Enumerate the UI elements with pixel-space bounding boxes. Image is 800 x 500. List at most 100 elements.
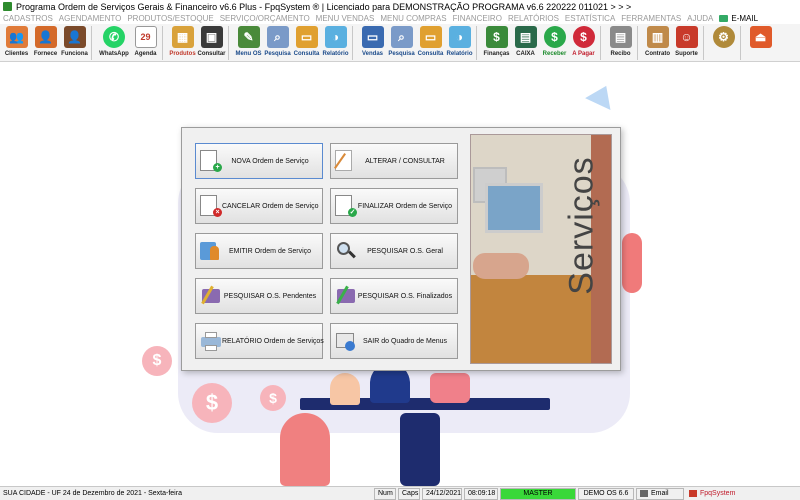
menu-estatistica[interactable]: ESTATÍSTICA [565, 14, 615, 23]
toolbar-separator [162, 26, 166, 60]
products-icon: ▦ [171, 26, 194, 48]
menu-ferramentas[interactable]: FERRAMENTAS [621, 14, 681, 23]
folder-icon: ▭ [419, 26, 442, 48]
cancel-order-button[interactable]: × CANCELAR Ordem de Serviço [195, 188, 323, 224]
coin-icon: $ [192, 383, 232, 423]
tools-pending-icon [200, 285, 222, 307]
menu-bar: CADASTROS AGENDAMENTO PRODUTOS/ESTOQUE S… [0, 13, 800, 24]
toolbar-vendas-pesquisa-button[interactable]: ⌕ Pesquisa [387, 24, 416, 61]
finalize-document-icon: ✓ [335, 195, 357, 217]
services-banner-image: Serviços [470, 134, 612, 364]
toolbar-consultar-button[interactable]: ▣ Consultar [197, 24, 226, 61]
toolbar-contrato-button[interactable]: ▥ Contrato [643, 24, 672, 61]
email-icon [640, 490, 648, 497]
toolbar-agenda-button[interactable]: 29 Agenda [131, 24, 160, 61]
finalize-order-button[interactable]: ✓ FINALIZAR Ordem de Serviço [330, 188, 458, 224]
toolbar-clientes-button[interactable]: 👥 Clientes [2, 24, 31, 61]
email-icon [719, 15, 729, 22]
status-user-level: MASTER [500, 487, 576, 500]
coin-icon: $ [260, 385, 286, 411]
toolbar-recibo-button[interactable]: ▤ Recibo [606, 24, 635, 61]
printer-icon [200, 330, 222, 352]
menu-financeiro[interactable]: FINANCEIRO [453, 14, 502, 23]
toolbar: 👥 Clientes 👤 Fornece 👤 Funciona ✆ WhatsApp 2… [0, 24, 800, 62]
toolbar-receber-button[interactable]: $ Receber [540, 24, 569, 61]
status-date: 24/12/2021 [422, 487, 462, 500]
window-title: Programa Ordem de Serviços Gerais & Fina… [16, 1, 632, 12]
toolbar-financas-button[interactable]: $ Finanças [482, 24, 511, 61]
support-icon: ☺ [675, 26, 698, 48]
toolbar-os-consulta-button[interactable]: ▭ Consulta [292, 24, 321, 61]
orders-report-button[interactable]: RELATÓRIO Ordem de Serviços [195, 323, 324, 359]
toolbar-exit-button[interactable]: ⏏ [746, 24, 775, 61]
toolbar-separator [476, 26, 480, 60]
toolbar-vendas-button[interactable]: ▭ Vendas [358, 24, 387, 61]
menu-email-label: E-MAIL [731, 14, 759, 23]
toolbar-vendas-consulta-button[interactable]: ▭ Consulta [416, 24, 445, 61]
tools-done-icon [335, 285, 357, 307]
search-icon: ⌕ [266, 26, 289, 48]
menu-agendamento[interactable]: AGENDAMENTO [59, 14, 122, 23]
services-banner-title: Serviços [562, 155, 601, 295]
calendar-icon: 29 [134, 26, 157, 48]
person-illustration [400, 413, 440, 486]
toolbar-separator [637, 26, 641, 60]
suppliers-icon: 👤 [34, 26, 57, 48]
toolbar-funciona-button[interactable]: 👤 Funciona [60, 24, 89, 61]
status-email-button[interactable]: Email [636, 487, 684, 500]
toolbar-whatsapp-button[interactable]: ✆ WhatsApp [97, 24, 131, 61]
search-pending-orders-button[interactable]: PESQUISAR O.S. Pendentes [195, 278, 323, 314]
toolbar-caixa-button[interactable]: ▤ CAIXA [511, 24, 540, 61]
status-brand-button[interactable]: FpqSystem [686, 488, 740, 500]
finance-icon: $ [485, 26, 508, 48]
status-bar: SUA CIDADE - UF 24 de Dezembro de 2021 -… [0, 486, 800, 500]
toolbar-os-pesquisa-button[interactable]: ⌕ Pesquisa [263, 24, 292, 61]
service-order-menu-dialog: + NOVA Ordem de Serviço ALTERAR / CONSUL… [181, 127, 621, 371]
toolbar-fornece-button[interactable]: 👤 Fornece [31, 24, 60, 61]
cashier-icon: ▤ [514, 26, 537, 48]
status-caps-lock: Caps [398, 487, 420, 500]
report-icon: ◑ [448, 26, 471, 48]
whatsapp-icon: ✆ [103, 26, 125, 48]
cancel-document-icon: × [200, 195, 222, 217]
toolbar-os-relatorio-button[interactable]: ◑ Relatório [321, 24, 350, 61]
status-version: DEMO OS 6.6 [578, 487, 634, 500]
menu-ajuda[interactable]: AJUDA [687, 14, 713, 23]
toolbar-tools-button[interactable]: ⚙ [709, 24, 738, 61]
exit-menu-button[interactable]: SAIR do Quadro de Menus [330, 323, 458, 359]
search-finished-orders-button[interactable]: PESQUISAR O.S. Finalizados [330, 278, 458, 314]
print-person-icon [200, 240, 222, 262]
paper-plane-icon [585, 80, 619, 110]
tools-icon: ⚙ [712, 26, 735, 48]
toolbar-menu-os-button[interactable]: ✎ Menu OS [234, 24, 263, 61]
emit-order-button[interactable]: EMITIR Ordem de Serviço [195, 233, 323, 269]
exit-icon: ⏏ [749, 26, 772, 48]
toolbar-separator [740, 26, 744, 60]
menu-vendas[interactable]: MENU VENDAS [316, 14, 375, 23]
menu-servico-orcamento[interactable]: SERVIÇO/ORÇAMENTO [220, 14, 310, 23]
app-icon [3, 2, 12, 11]
menu-email[interactable]: E-MAIL [719, 14, 758, 23]
monitor-illustration [485, 183, 543, 233]
menu-compras[interactable]: MENU COMPRAS [380, 14, 446, 23]
menu-cadastros[interactable]: CADASTROS [3, 14, 53, 23]
receive-icon: $ [543, 26, 566, 48]
status-location-date: SUA CIDADE - UF 24 de Dezembro de 2021 -… [3, 490, 182, 497]
exit-menu-icon [335, 330, 357, 352]
search-all-orders-button[interactable]: PESQUISAR O.S. Geral [330, 233, 458, 269]
menu-produtos-estoque[interactable]: PRODUTOS/ESTOQUE [127, 14, 213, 23]
brand-icon [689, 490, 697, 497]
edit-consult-button[interactable]: ALTERAR / CONSULTAR [330, 143, 458, 179]
receipt-icon: ▤ [609, 26, 632, 48]
toolbar-produtos-button[interactable]: ▦ Produtos [168, 24, 197, 61]
toolbar-suporte-button[interactable]: ☺ Suporte [672, 24, 701, 61]
toolbar-vendas-relatorio-button[interactable]: ◑ Relatório [445, 24, 474, 61]
toolbar-a-pagar-button[interactable]: $ A Pagar [569, 24, 598, 61]
toolbar-separator [352, 26, 356, 60]
pay-icon: $ [572, 26, 595, 48]
employees-icon: 👤 [63, 26, 86, 48]
new-document-icon: + [200, 150, 222, 172]
new-order-button[interactable]: + NOVA Ordem de Serviço [195, 143, 323, 179]
menu-relatorios[interactable]: RELATÓRIOS [508, 14, 559, 23]
contract-icon: ▥ [646, 26, 669, 48]
